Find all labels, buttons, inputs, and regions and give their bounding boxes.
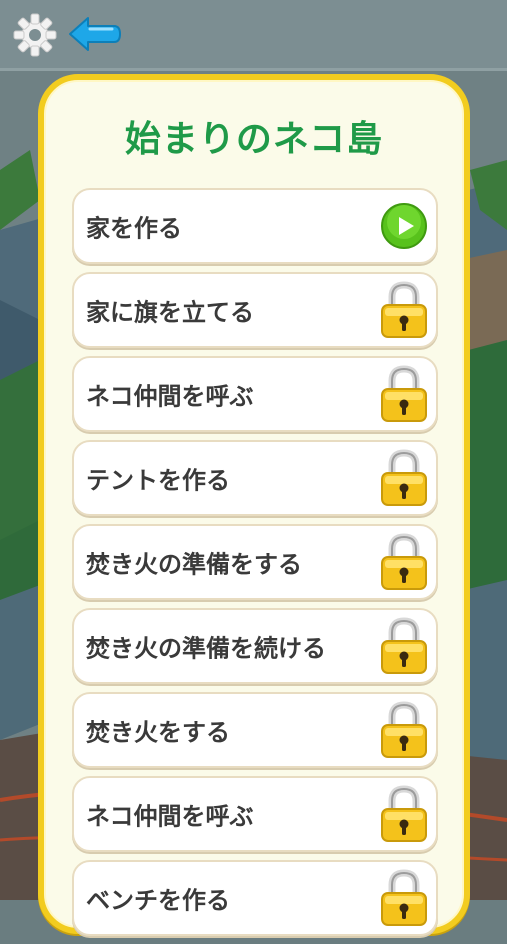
lock-icon xyxy=(381,617,427,674)
stage-item-4[interactable]: テントを作る xyxy=(72,440,438,516)
stage-label: 焚き火をする xyxy=(86,718,230,747)
gear-icon xyxy=(13,13,57,57)
stage-select-panel: 始まりのネコ島 家を作る 家に旗を立てる ネコ仲間を呼ぶ テントを作る 焚き火の… xyxy=(38,74,470,936)
back-button[interactable] xyxy=(66,12,122,56)
stage-label: 焚き火の準備をする xyxy=(86,550,302,579)
stage-label: ネコ仲間を呼ぶ xyxy=(86,382,254,411)
stage-label: ベンチを作る xyxy=(86,886,230,915)
lock-icon xyxy=(381,365,427,422)
stage-item-2[interactable]: 家に旗を立てる xyxy=(72,272,438,348)
stage-item-9[interactable]: ベンチを作る xyxy=(72,860,438,936)
stage-label: 家に旗を立てる xyxy=(86,298,254,327)
stage-item-6[interactable]: 焚き火の準備を続ける xyxy=(72,608,438,684)
lock-icon xyxy=(381,785,427,842)
stage-item-7[interactable]: 焚き火をする xyxy=(72,692,438,768)
play-icon[interactable] xyxy=(380,202,428,250)
lock-icon xyxy=(381,701,427,758)
stage-label: 焚き火の準備を続ける xyxy=(86,634,326,663)
settings-button[interactable] xyxy=(12,12,58,58)
stage-label: 家を作る xyxy=(86,214,182,243)
island-title: 始まりのネコ島 xyxy=(124,119,384,160)
stage-item-3[interactable]: ネコ仲間を呼ぶ xyxy=(72,356,438,432)
stage-item-1[interactable]: 家を作る xyxy=(72,188,438,264)
lock-icon xyxy=(381,281,427,338)
stage-list: 家を作る 家に旗を立てる ネコ仲間を呼ぶ テントを作る 焚き火の準備をする 焚き… xyxy=(72,188,438,944)
back-arrow-icon xyxy=(69,17,121,51)
lock-icon xyxy=(381,449,427,506)
stage-item-8[interactable]: ネコ仲間を呼ぶ xyxy=(72,776,438,852)
lock-icon xyxy=(381,533,427,590)
stage-label: テントを作る xyxy=(86,466,230,495)
stage-label: ネコ仲間を呼ぶ xyxy=(86,802,254,831)
lock-icon xyxy=(381,869,427,926)
stage-item-5[interactable]: 焚き火の準備をする xyxy=(72,524,438,600)
top-bar xyxy=(0,0,507,71)
